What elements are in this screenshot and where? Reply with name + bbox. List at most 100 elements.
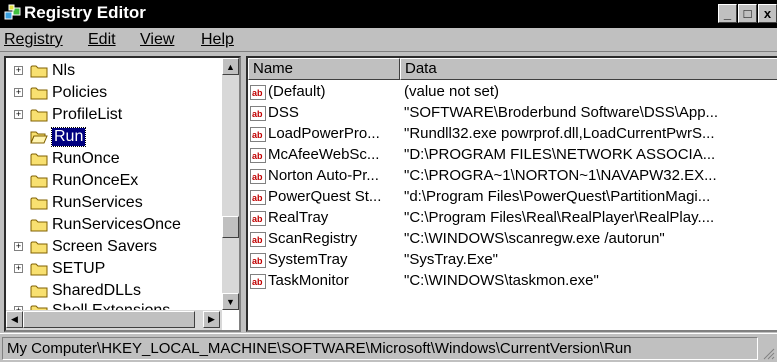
string-value-icon: ab bbox=[250, 232, 266, 247]
maximize-button[interactable]: □ bbox=[738, 4, 757, 23]
list-item[interactable]: ab PowerQuest St... "d:\Program Files\Po… bbox=[248, 187, 777, 208]
minimize-button[interactable]: _ bbox=[718, 4, 737, 23]
tree-item-label: RunOnce bbox=[52, 150, 120, 167]
tree-item-screen-savers[interactable]: + Screen Savers bbox=[14, 236, 157, 258]
tree-item-shell-extensions[interactable]: + Shell Extensions bbox=[14, 300, 170, 310]
string-value-icon: ab bbox=[250, 127, 266, 142]
tree-horizontal-scrollbar[interactable]: ◀ ▶ bbox=[6, 310, 222, 330]
svg-text:ab: ab bbox=[252, 151, 263, 161]
expand-icon[interactable]: + bbox=[14, 66, 23, 75]
list-item[interactable]: ab RealTray "C:\Program Files\Real\RealP… bbox=[248, 208, 777, 229]
scroll-up-arrow-icon[interactable]: ▲ bbox=[222, 58, 239, 75]
registry-path: My Computer\HKEY_LOCAL_MACHINE\SOFTWARE\… bbox=[2, 337, 758, 360]
value-data: "Rundll32.exe powrprof.dll,LoadCurrentPw… bbox=[404, 125, 715, 142]
folder-icon bbox=[30, 65, 48, 78]
folder-icon bbox=[30, 109, 48, 122]
string-value-icon: ab bbox=[250, 85, 266, 100]
value-data: "C:\PROGRA~1\NORTON~1\NAVAPW32.EX... bbox=[404, 167, 717, 184]
tree-item-shareddlls[interactable]: SharedDLLs bbox=[30, 280, 141, 302]
string-value-icon: ab bbox=[250, 106, 266, 121]
list-item[interactable]: ab Norton Auto-Pr... "C:\PROGRA~1\NORTON… bbox=[248, 166, 777, 187]
tree-item-label: Policies bbox=[52, 84, 108, 101]
folder-icon bbox=[30, 241, 48, 254]
string-value-icon: ab bbox=[250, 190, 266, 205]
tree-vertical-scrollbar[interactable]: ▲ ▼ bbox=[222, 58, 239, 310]
string-value-icon: ab bbox=[250, 169, 266, 184]
list-item[interactable]: ab LoadPowerPro... "Rundll32.exe powrpro… bbox=[248, 124, 777, 145]
value-name: McAfeeWebSc... bbox=[268, 146, 380, 163]
tree-item-label: SharedDLLs bbox=[52, 282, 141, 299]
value-name: Norton Auto-Pr... bbox=[268, 167, 379, 184]
folder-icon bbox=[30, 219, 48, 232]
tree-item-policies[interactable]: + Policies bbox=[14, 82, 107, 104]
value-data: "d:\Program Files\PowerQuest\PartitionMa… bbox=[404, 188, 711, 205]
key-tree: + Nls + Policies + ProfileList Run RunOn… bbox=[6, 58, 222, 310]
expand-icon[interactable]: + bbox=[14, 110, 23, 119]
svg-text:ab: ab bbox=[252, 235, 263, 245]
close-button[interactable]: x bbox=[758, 4, 777, 23]
tree-item-runonceex[interactable]: RunOnceEx bbox=[30, 170, 138, 192]
value-name: TaskMonitor bbox=[268, 272, 349, 289]
value-name: ScanRegistry bbox=[268, 230, 358, 247]
svg-text:ab: ab bbox=[252, 214, 263, 224]
value-name: LoadPowerPro... bbox=[268, 125, 380, 142]
string-value-icon: ab bbox=[250, 274, 266, 289]
scroll-right-arrow-icon[interactable]: ▶ bbox=[203, 311, 220, 328]
scroll-left-arrow-icon[interactable]: ◀ bbox=[6, 311, 23, 328]
value-list-pane[interactable]: Name Data ab (Default) (value not set) a… bbox=[246, 56, 777, 332]
registry-editor-icon bbox=[4, 4, 21, 20]
svg-text:ab: ab bbox=[252, 130, 263, 140]
expand-icon[interactable]: + bbox=[14, 264, 23, 273]
menu-help[interactable]: Help bbox=[201, 31, 234, 49]
value-data: "C:\WINDOWS\scanregw.exe /autorun" bbox=[404, 230, 665, 247]
title-bar[interactable]: Registry Editor _ □ x bbox=[0, 0, 777, 28]
list-item[interactable]: ab ScanRegistry "C:\WINDOWS\scanregw.exe… bbox=[248, 229, 777, 250]
key-tree-pane[interactable]: + Nls + Policies + ProfileList Run RunOn… bbox=[4, 56, 241, 332]
tree-item-profilelist[interactable]: + ProfileList bbox=[14, 104, 122, 126]
tree-item-label: Nls bbox=[52, 62, 76, 79]
menu-edit-label: Edit bbox=[88, 31, 116, 48]
menu-registry-label: Registry bbox=[4, 31, 63, 48]
list-item[interactable]: ab (Default) (value not set) bbox=[248, 82, 777, 103]
scroll-down-arrow-icon[interactable]: ▼ bbox=[222, 293, 239, 310]
menu-bar: Registry Edit View Help bbox=[0, 28, 777, 52]
value-data: "SOFTWARE\Broderbund Software\DSS\App... bbox=[404, 104, 719, 121]
folder-icon bbox=[30, 197, 48, 210]
tree-item-label: RunServices bbox=[52, 194, 143, 211]
tree-item-label: SETUP bbox=[52, 260, 106, 277]
value-name: (Default) bbox=[268, 83, 326, 100]
menu-registry[interactable]: Registry bbox=[4, 31, 63, 49]
tree-vertical-scroll-thumb[interactable] bbox=[222, 216, 239, 238]
svg-text:ab: ab bbox=[252, 172, 263, 182]
list-item[interactable]: ab McAfeeWebSc... "D:\PROGRAM FILES\NETW… bbox=[248, 145, 777, 166]
value-name: PowerQuest St... bbox=[268, 188, 382, 205]
tree-item-label: Run bbox=[50, 127, 87, 147]
value-name: RealTray bbox=[268, 209, 329, 226]
string-value-icon: ab bbox=[250, 148, 266, 163]
menu-edit[interactable]: Edit bbox=[88, 31, 116, 49]
expand-icon[interactable]: + bbox=[14, 88, 23, 97]
tree-item-setup[interactable]: + SETUP bbox=[14, 258, 105, 280]
tree-item-run[interactable]: Run bbox=[30, 126, 87, 148]
value-data: "SysTray.Exe" bbox=[404, 251, 498, 268]
column-header-data[interactable]: Data bbox=[400, 58, 777, 80]
tree-item-label: Screen Savers bbox=[52, 238, 157, 255]
svg-text:ab: ab bbox=[252, 193, 263, 203]
list-item[interactable]: ab DSS "SOFTWARE\Broderbund Software\DSS… bbox=[248, 103, 777, 124]
tree-horizontal-scroll-thumb[interactable] bbox=[23, 311, 195, 328]
resize-grip-icon[interactable] bbox=[761, 346, 775, 360]
string-value-icon: ab bbox=[250, 253, 266, 268]
menu-view[interactable]: View bbox=[140, 31, 174, 49]
tree-item-runonce[interactable]: RunOnce bbox=[30, 148, 120, 170]
column-header-name[interactable]: Name bbox=[248, 58, 400, 80]
list-item[interactable]: ab TaskMonitor "C:\WINDOWS\taskmon.exe" bbox=[248, 271, 777, 292]
svg-text:ab: ab bbox=[252, 109, 263, 119]
value-data: "C:\Program Files\Real\RealPlayer\RealPl… bbox=[404, 209, 715, 226]
tree-item-nls[interactable]: + Nls bbox=[14, 60, 75, 82]
list-item[interactable]: ab SystemTray "SysTray.Exe" bbox=[248, 250, 777, 271]
open-folder-icon bbox=[30, 131, 48, 144]
tree-item-runservicesonce[interactable]: RunServicesOnce bbox=[30, 214, 181, 236]
expand-icon[interactable]: + bbox=[14, 242, 23, 251]
folder-icon bbox=[30, 175, 48, 188]
tree-item-runservices[interactable]: RunServices bbox=[30, 192, 143, 214]
